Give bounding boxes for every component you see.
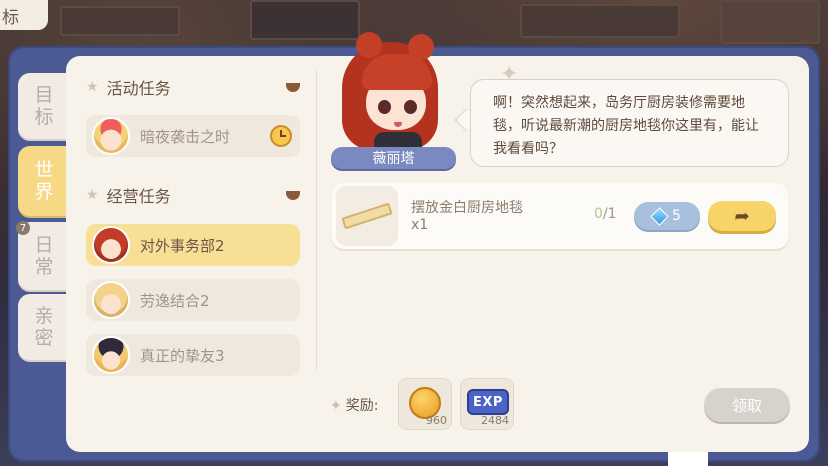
section-activity-title: 活动任务 [106, 79, 171, 98]
corner-label[interactable]: 标 [0, 0, 48, 30]
shelf-decoration [720, 0, 820, 44]
shelf-decoration [60, 6, 180, 36]
requirement-quantity: x1 [411, 217, 429, 233]
requirement-item-name: 摆放金白厨房地毯 [411, 200, 523, 216]
progress-total: /1 [602, 206, 617, 222]
blonde-avatar [92, 281, 130, 319]
witch-avatar [92, 336, 130, 374]
npc-portrait [336, 28, 444, 152]
reward-coin[interactable]: 960 [398, 378, 452, 430]
task-item-business-3[interactable]: 真正的挚友3 [86, 334, 300, 376]
sparkle-icon: ✦ [500, 62, 519, 87]
clock-icon [270, 125, 292, 147]
tab-goal-label: 目 标 [34, 84, 54, 128]
collapse-icon[interactable] [286, 82, 300, 92]
reward-exp[interactable]: EXP 2484 [460, 378, 514, 430]
tab-intimacy[interactable]: 亲 密 [18, 294, 70, 360]
claim-button[interactable]: 领取 [704, 388, 790, 422]
gem-icon [650, 206, 669, 226]
npc-dialogue-text: 啊！突然想起来，岛务厅厨房装修需要地毯，听说最新潮的厨房地毯你这里有，能让我看看… [493, 95, 759, 157]
reward-label-text: 奖励: [345, 398, 379, 414]
exp-icon: EXP [467, 389, 509, 415]
carpet-item-thumb [336, 186, 398, 246]
tab-world-label: 世 界 [34, 159, 54, 203]
reward-exp-amount: 2484 [481, 414, 509, 427]
gem-cost-button[interactable]: 5 [634, 202, 700, 230]
section-business-header: ★ 经营任务 [86, 183, 300, 207]
task-name: 劳逸结合2 [140, 291, 210, 310]
gem-cost-value: 5 [672, 208, 681, 224]
knight-avatar [92, 117, 130, 155]
task-name: 真正的挚友3 [140, 346, 225, 365]
task-item-activity[interactable]: 暗夜袭击之时 [86, 115, 300, 157]
carpet-icon [341, 202, 393, 230]
tab-world[interactable]: 世 界 [18, 146, 70, 216]
daily-badge: 7 [16, 221, 30, 235]
section-business-title: 经营任务 [106, 187, 171, 206]
task-name: 对外事务部2 [140, 236, 225, 255]
panel-divider [316, 70, 317, 370]
requirement-progress: 0/1 [594, 206, 617, 222]
task-item-business-2[interactable]: 劳逸结合2 [86, 279, 300, 321]
progress-current: 0 [594, 206, 603, 222]
npc-name-tag: 薇丽塔 [331, 147, 456, 169]
tab-daily-label: 日 常 [34, 234, 54, 278]
tab-intimacy-label: 亲 密 [34, 305, 54, 349]
shelf-decoration [520, 4, 680, 38]
star-icon: ★ [86, 187, 99, 203]
arrow-right-icon: ➦ [734, 205, 750, 227]
task-name: 暗夜袭击之时 [140, 127, 231, 146]
go-button[interactable]: ➦ [708, 201, 776, 231]
reward-label: ✦ 奖励: [330, 395, 378, 415]
npc-dialogue-bubble: 啊！突然想起来，岛务厅厨房装修需要地毯，听说最新潮的厨房地毯你这里有，能让我看看… [470, 79, 789, 167]
tab-goal[interactable]: 目 标 [18, 73, 70, 139]
star-icon: ★ [86, 79, 99, 95]
task-item-business-1[interactable]: 对外事务部2 [86, 224, 300, 266]
bottom-notch [668, 452, 708, 466]
section-activity-header: ★ 活动任务 [86, 75, 300, 99]
collapse-icon[interactable] [286, 190, 300, 200]
reward-coin-amount: 960 [426, 414, 447, 427]
red-hair-avatar [92, 226, 130, 264]
sparkle-icon: ✦ [330, 398, 342, 414]
